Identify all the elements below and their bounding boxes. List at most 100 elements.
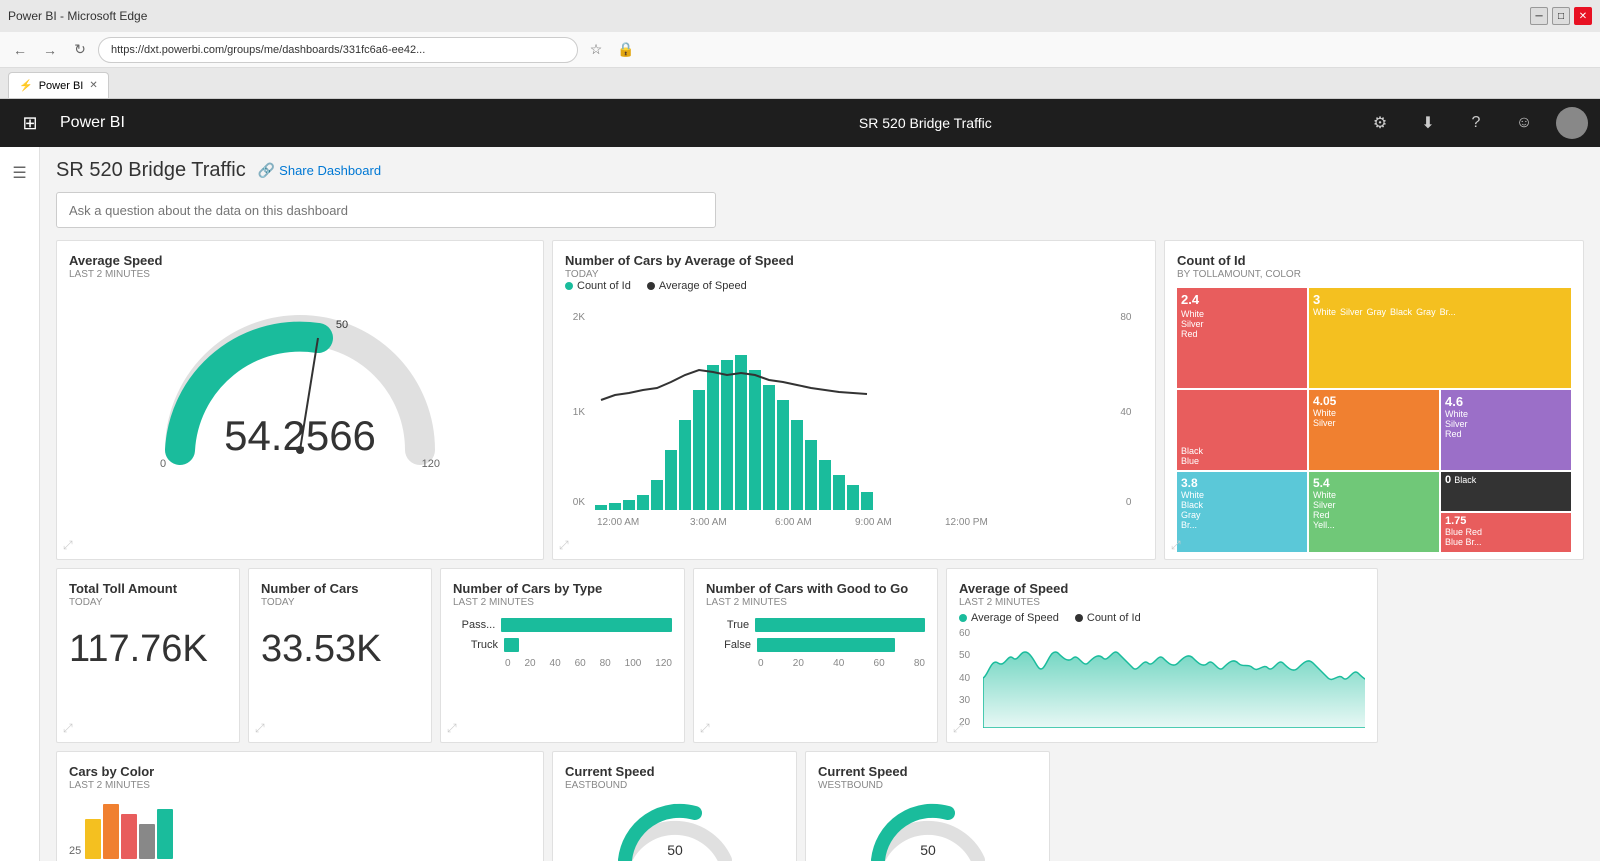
bar-teal [157,809,173,859]
browser-title: Power BI - Microsoft Edge [8,9,147,23]
help-icon[interactable]: ? [1460,107,1492,139]
tab-bar: ⚡ Power BI ✕ [0,68,1600,98]
line-legend-speed: Average of Speed [959,612,1059,624]
sidebar: ☰ [0,147,40,861]
svg-text:1K: 1K [573,407,586,418]
tile-west-subtitle: WESTBOUND [818,780,1037,791]
tile-count-id[interactable]: Count of Id BY TOLLAMOUNT, COLOR 2.4 Whi… [1164,240,1584,560]
expand-icon-3[interactable]: ⤢ [1171,538,1181,553]
chart-legend: Count of Id Average of Speed [565,280,1143,292]
expand-icon-7[interactable]: ⤢ [700,721,710,736]
y-axis: 6050403020 [959,628,983,728]
expand-icon-5[interactable]: ⤢ [255,721,265,736]
tile-speed-east[interactable]: Current Speed EASTBOUND 50 ⤢ [552,751,797,861]
nav-icons: ⚙ ⬇ ? ☺ [1364,107,1588,139]
tile-cars-by-type[interactable]: Number of Cars by Type LAST 2 MINUTES Pa… [440,568,685,743]
maximize-btn[interactable]: □ [1552,7,1570,25]
title-bar: Power BI - Microsoft Edge ─ □ ✕ [0,0,1600,32]
tile-good-to-go[interactable]: Number of Cars with Good to Go LAST 2 MI… [693,568,938,743]
tm-label-silver: Silver [1181,319,1303,329]
star-button[interactable]: ☆ [584,38,608,62]
legend-dot-count [565,282,573,290]
tm-label-red: Red [1181,329,1303,339]
refresh-button[interactable]: ↻ [68,38,92,62]
gauge-max: 120 [422,458,440,470]
tm-val-7: 5.4 [1313,476,1330,490]
legend-label-count: Count of Id [577,280,631,292]
browser-tab[interactable]: ⚡ Power BI ✕ [8,72,109,98]
line-label-count: Count of Id [1087,612,1141,624]
tab-favicon: ⚡ [19,79,33,92]
tile-speed-west[interactable]: Current Speed WESTBOUND 50 ⤢ [805,751,1050,861]
qa-input[interactable] [56,192,716,228]
line-legend: Average of Speed Count of Id [959,612,1365,624]
app-grid-button[interactable]: ⊞ [12,105,48,141]
line-dot-speed [959,614,967,622]
hbar-true: True [706,618,925,632]
svg-text:9:00 AM: 9:00 AM [855,517,892,528]
tile-num-cars[interactable]: Number of Cars TODAY 33.53K ⤢ [248,568,432,743]
svg-text:12:00 PM: 12:00 PM [945,517,988,528]
legend-dot-speed [647,282,655,290]
content-area: ☰ SR 520 Bridge Traffic 🔗 Share Dashboar… [0,147,1600,861]
share-button[interactable]: 🔗 Share Dashboard [258,162,381,179]
tm-l-red2: Red [1445,429,1567,439]
expand-icon-4[interactable]: ⤢ [63,721,73,736]
total-toll-value: 117.76K [69,628,227,671]
tab-close-btn[interactable]: ✕ [89,80,97,91]
expand-icon-8[interactable]: ⤢ [953,721,963,736]
tm-l-silver2: Silver [1445,419,1567,429]
expand-icon-2[interactable]: ⤢ [559,538,569,553]
feedback-icon[interactable]: ☺ [1508,107,1540,139]
tm-val-4: 4.05 [1313,394,1336,408]
svg-text:50: 50 [920,842,936,858]
expand-icon-6[interactable]: ⤢ [447,721,457,736]
tile-average-speed[interactable]: Average Speed LAST 2 MINUTES [56,240,544,560]
tile-east-subtitle: EASTBOUND [565,780,784,791]
tile-toll-subtitle: TODAY [69,597,227,608]
tm-l2: Blue [1181,456,1303,466]
tm-sub-7: WhiteSilverRedYell... [1313,490,1435,530]
settings-icon[interactable]: ⚙ [1364,107,1396,139]
nav-page-title: SR 520 Bridge Traffic [499,115,1352,131]
expand-icon[interactable]: ⤢ [63,538,73,553]
hamburger-icon[interactable]: ☰ [2,155,38,191]
user-avatar[interactable] [1556,107,1588,139]
minimize-btn[interactable]: ─ [1530,7,1548,25]
tile-total-toll[interactable]: Total Toll Amount TODAY 117.76K ⤢ [56,568,240,743]
tm-small-group: 0 Black 1.75 Blue RedBlue Br... [1441,472,1571,552]
forward-button[interactable]: → [38,38,62,62]
tile-numcars-subtitle: TODAY [261,597,419,608]
line-chart-svg [983,628,1365,728]
svg-text:3:00 AM: 3:00 AM [690,517,727,528]
tile-cars-by-speed[interactable]: Number of Cars by Average of Speed TODAY… [552,240,1156,560]
tm-l-white: White [1445,409,1567,419]
url-input[interactable] [98,37,578,63]
tile-gtg-subtitle: LAST 2 MINUTES [706,597,925,608]
back-button[interactable]: ← [8,38,32,62]
tile-west-title: Current Speed [818,764,1037,779]
hbar-truck: Truck [453,638,672,652]
powerbi-app: ⊞ Power BI SR 520 Bridge Traffic ⚙ ⬇ ? ☺… [0,99,1600,861]
tm-cell-4: 4.05 WhiteSilver [1309,390,1439,470]
tile-avg-speed-line[interactable]: Average of Speed LAST 2 MINUTES Average … [946,568,1378,743]
tile-count-id-subtitle: BY TOLLAMOUNT, COLOR [1177,269,1571,280]
gauge-container: 50 54.2566 0 120 [69,280,531,480]
line-chart-container: 6050403020 [959,628,1365,728]
close-btn[interactable]: ✕ [1574,7,1592,25]
download-icon[interactable]: ⬇ [1412,107,1444,139]
tile-avgspeed-subtitle: LAST 2 MINUTES [959,597,1365,608]
cars-speed-chart: 2K 1K 0K 80 40 0 [565,300,1143,530]
hbar-true-label: True [706,619,749,631]
gtg-bars: True False [706,618,925,652]
svg-text:0: 0 [1126,497,1132,508]
west-gauge: 50 [818,795,1037,861]
legend-avg-speed: Average of Speed [647,280,747,292]
row-1: Average Speed LAST 2 MINUTES [56,240,1584,560]
svg-text:40: 40 [1120,407,1132,418]
tile-cars-by-color[interactable]: Cars by Color LAST 2 MINUTES 25 [56,751,544,861]
hbar-false-label: False [706,639,751,651]
tm-label-white: White [1181,309,1303,319]
gauge-value: 54.2566 [224,412,376,460]
hbar-pass-label: Pass... [453,619,495,631]
